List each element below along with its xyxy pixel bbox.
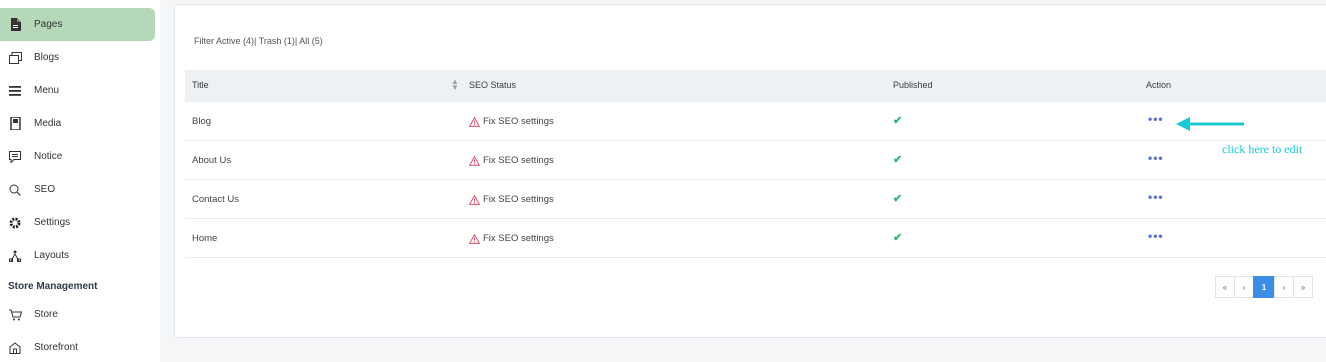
layouts-icon: [8, 249, 22, 263]
sidebar-item-menu[interactable]: Menu: [0, 74, 155, 107]
filter-bar: Filter Active (4)| Trash (1)| All (5): [194, 36, 323, 46]
sidebar-item-label: Pages: [34, 19, 63, 30]
pagination-next-button[interactable]: ›: [1274, 276, 1294, 298]
check-icon: ✔: [893, 154, 903, 166]
table-row: About Us Fix SEO settings ✔ •••: [185, 141, 1326, 180]
row-title[interactable]: Home: [192, 233, 217, 244]
sidebar-item-pages[interactable]: Pages: [0, 8, 155, 41]
search-icon: [8, 183, 22, 197]
notice-icon: [8, 150, 22, 164]
sidebar-item-label: Storefront: [34, 342, 78, 353]
column-header-published[interactable]: Published: [893, 80, 933, 90]
sort-icon[interactable]: ▲ ▼: [451, 78, 459, 92]
sidebar-item-label: Store: [34, 309, 58, 320]
more-actions-icon[interactable]: •••: [1148, 229, 1164, 243]
row-title[interactable]: Blog: [192, 116, 211, 127]
sidebar-item-label: Layouts: [34, 250, 70, 261]
filter-all-link[interactable]: All (5): [299, 36, 323, 46]
column-header-seo-status[interactable]: SEO Status: [469, 80, 516, 90]
annotation-note: click here to edit: [1222, 142, 1303, 156]
row-title[interactable]: Contact Us: [192, 194, 239, 205]
sidebar-item-blogs[interactable]: Blogs: [0, 41, 155, 74]
gear-icon: [8, 216, 22, 230]
seo-status: Fix SEO settings: [469, 233, 554, 244]
table-header: Title ▲ ▼ SEO Status Published Action: [185, 70, 1326, 102]
table-row: Contact Us Fix SEO settings ✔ •••: [185, 180, 1326, 219]
sidebar-item-seo[interactable]: SEO: [0, 173, 155, 206]
filter-trash-link[interactable]: Trash (1): [259, 36, 295, 46]
column-header-action: Action: [1146, 80, 1172, 90]
table-row: Home Fix SEO settings ✔ •••: [185, 219, 1326, 258]
pagination-prev-button[interactable]: ‹: [1234, 276, 1254, 298]
sidebar-item-settings[interactable]: Settings: [0, 206, 155, 239]
cart-icon: [8, 308, 22, 322]
check-icon: ✔: [893, 115, 903, 127]
sidebar-item-storefront[interactable]: Storefront: [0, 331, 155, 362]
pagination-page-1[interactable]: 1: [1253, 276, 1275, 298]
seo-status: Fix SEO settings: [469, 194, 554, 205]
section-title-store-management: Store Management: [8, 281, 98, 292]
pagination-first-button[interactable]: «: [1215, 276, 1235, 298]
table-row: Blog Fix SEO settings ✔ •••: [185, 102, 1326, 141]
seo-status: Fix SEO settings: [469, 155, 554, 166]
warning-icon: [469, 194, 480, 205]
filter-label: Filter: [194, 36, 214, 46]
sidebar-item-notice[interactable]: Notice: [0, 140, 155, 173]
more-actions-icon[interactable]: •••: [1148, 190, 1164, 204]
check-icon: ✔: [893, 193, 903, 205]
copy-icon: [8, 51, 22, 65]
sidebar-item-layouts[interactable]: Layouts: [0, 239, 155, 272]
sidebar-item-media[interactable]: Media: [0, 107, 155, 140]
file-icon: [8, 18, 22, 32]
warning-icon: [469, 155, 480, 166]
annotation-arrow-icon: [1176, 117, 1244, 131]
pagination: « ‹ 1 › »: [1215, 276, 1313, 298]
filter-active-link[interactable]: Active (4): [216, 36, 254, 46]
storefront-icon: [8, 341, 22, 355]
more-actions-icon[interactable]: •••: [1148, 151, 1164, 165]
media-file-icon: [8, 117, 22, 131]
sidebar-item-label: Media: [34, 118, 62, 129]
sidebar-item-label: Menu: [34, 85, 60, 96]
sidebar: Pages Blogs Menu Media Notice SEO Settin…: [0, 0, 160, 362]
sidebar-item-store[interactable]: Store: [0, 298, 155, 331]
column-header-title[interactable]: Title: [192, 80, 209, 90]
pagination-last-button[interactable]: »: [1293, 276, 1313, 298]
seo-status: Fix SEO settings: [469, 116, 554, 127]
row-title[interactable]: About Us: [192, 155, 231, 166]
more-actions-icon[interactable]: •••: [1148, 112, 1164, 126]
pages-card: Filter Active (4)| Trash (1)| All (5) Ti…: [174, 4, 1326, 338]
sidebar-item-label: Blogs: [34, 52, 60, 63]
hamburger-icon: [8, 84, 22, 98]
sidebar-item-label: Settings: [34, 217, 71, 228]
check-icon: ✔: [893, 232, 903, 244]
sidebar-item-label: Notice: [34, 151, 63, 162]
sidebar-item-label: SEO: [34, 184, 56, 195]
warning-icon: [469, 233, 480, 244]
warning-icon: [469, 116, 480, 127]
